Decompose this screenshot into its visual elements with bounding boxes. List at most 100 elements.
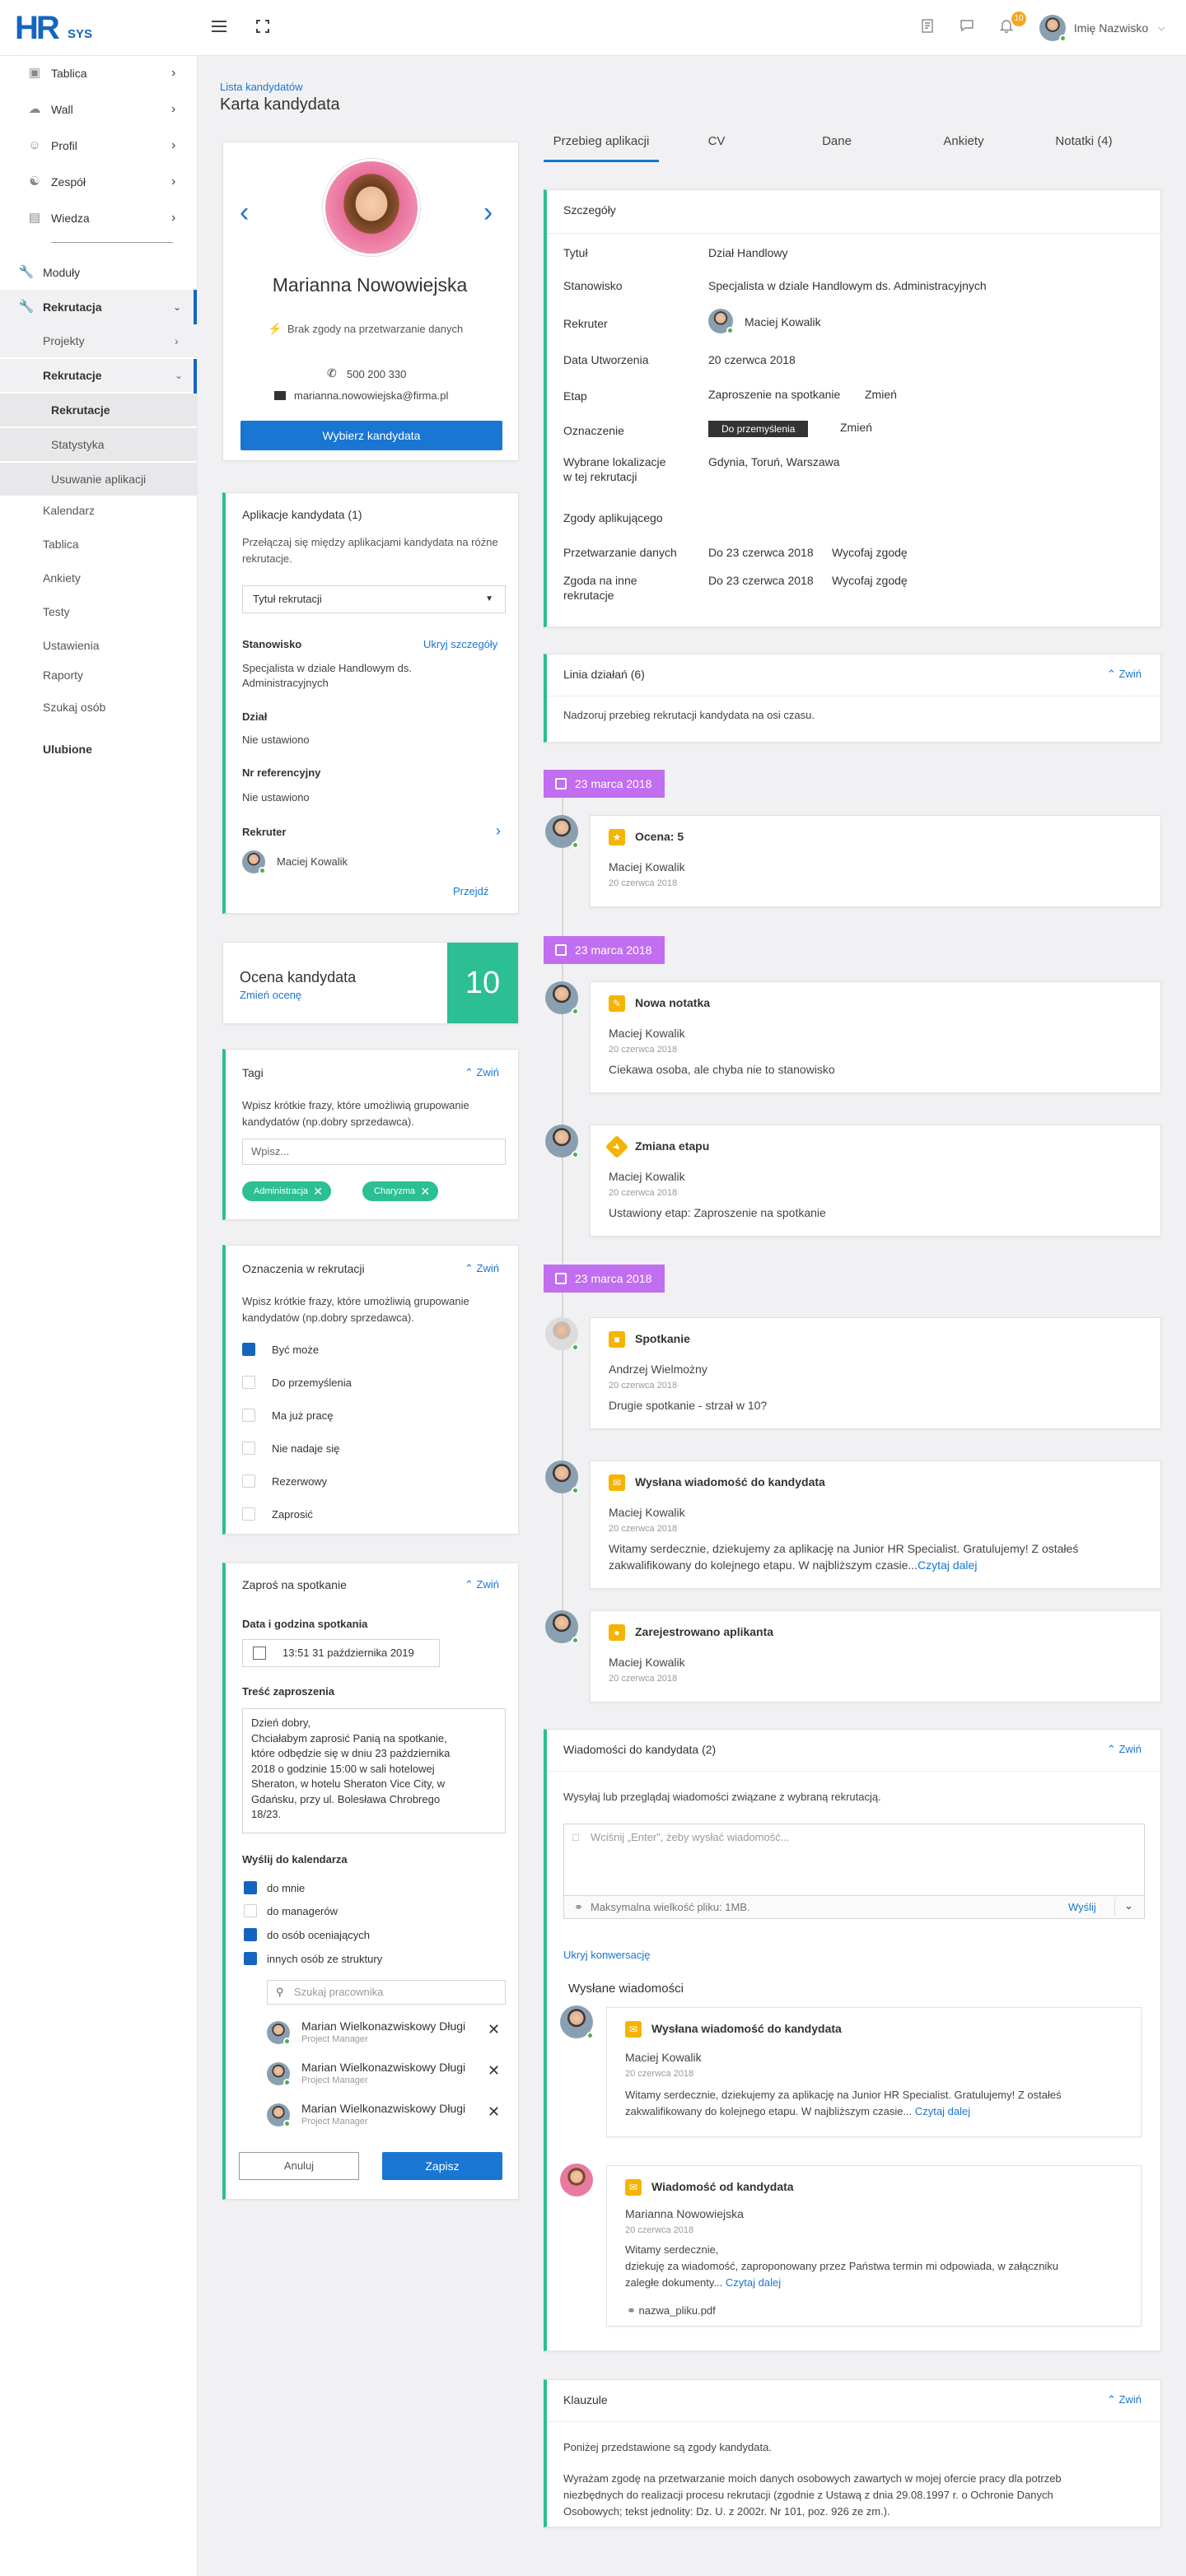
go-link[interactable]: Przejdź (453, 885, 488, 897)
collapse-label: Zwiń (476, 1066, 499, 1078)
checkbox-not-fit[interactable] (242, 1442, 255, 1455)
breadcrumb[interactable]: Lista kandydatów (220, 81, 302, 93)
read-more-link[interactable]: Czytaj dalej (726, 2276, 781, 2289)
tag-chip[interactable]: Charyzma ✕ (362, 1181, 439, 1201)
sidebar-item-label: Profil (51, 139, 77, 152)
checkbox-has-job[interactable] (242, 1409, 255, 1422)
checkbox-think[interactable] (242, 1376, 255, 1389)
send-button[interactable]: Wyślij (1068, 1901, 1096, 1913)
document-icon[interactable] (918, 18, 937, 38)
sidebar-item-rekrutacja[interactable]: 🔧 Rekrutacja ⌄ (0, 290, 198, 324)
recruitment-select[interactable]: Tytuł rekrutacji ▼ (242, 585, 506, 613)
sidebar-item-zespol[interactable]: ☯ Zespół › (0, 165, 198, 199)
close-icon[interactable]: ✕ (488, 2021, 500, 2038)
logo[interactable]: HR SYS (15, 12, 97, 44)
sidebar-item-wiedza[interactable]: ▤ Wiedza › (0, 201, 198, 235)
sidebar-item-usuwanie[interactable]: Usuwanie aplikacji (0, 463, 198, 496)
close-icon[interactable]: ✕ (488, 2062, 500, 2080)
chevron-left-icon[interactable]: ‹ (240, 197, 249, 229)
tab-ankiety[interactable]: Ankiety (922, 134, 1005, 162)
sidebar-item-tablica[interactable]: ▣ Tablica › (0, 56, 198, 91)
save-button[interactable]: Zapisz (382, 2152, 502, 2180)
tab-cv[interactable]: CV (684, 134, 749, 162)
change-stage-link[interactable]: Zmień (865, 388, 897, 401)
chevron-right-icon[interactable]: › (483, 197, 493, 229)
tag-input[interactable]: Wpisz... (242, 1139, 506, 1165)
select-candidate-button[interactable]: Wybierz kandydata (240, 421, 502, 450)
cancel-button[interactable]: Anuluj (239, 2152, 359, 2180)
sidebar-item-ustawienia[interactable]: Ustawienia (43, 637, 99, 654)
tag-chip[interactable]: Administracja ✕ (242, 1181, 332, 1201)
sidebar-item-ulubione[interactable]: Ulubione (43, 741, 92, 757)
chevron-down-icon: ⌄ (173, 301, 182, 313)
tab-dane[interactable]: Dane (796, 134, 878, 162)
user-menu[interactable]: Imię Nazwisko ⌵ (1039, 15, 1165, 42)
sidebar-item-testy[interactable]: Testy (43, 603, 70, 620)
collapse-button[interactable]: ⌃ Zwiń (1107, 668, 1142, 681)
sidebar-item-rekrutacje[interactable]: Rekrutacje ⌄ (0, 359, 198, 392)
mail-icon: ✉ (625, 2179, 642, 2196)
sidebar-item-moduly[interactable]: 🔧 Moduły (0, 255, 189, 290)
checkbox-raters[interactable] (244, 1928, 257, 1941)
collapse-button[interactable]: ⌃ Zwiń (1107, 2393, 1142, 2406)
hide-details-link[interactable]: Ukryj szczegóły (423, 638, 497, 650)
sidebar-item-label: Statystyka (51, 438, 105, 451)
close-icon[interactable]: ✕ (420, 1181, 430, 1201)
sidebar-item-kalendarz[interactable]: Kalendarz (43, 502, 95, 519)
sidebar-item-profil[interactable]: ☺ Profil › (0, 128, 198, 163)
employee-search-input[interactable]: ⚲ Szukaj pracownika (267, 1980, 506, 2005)
meeting-datetime-input[interactable]: 13:51 31 października 2019 (242, 1639, 440, 1667)
chevron-down-icon[interactable]: ⌄ (1124, 1899, 1133, 1912)
message-input[interactable]: □ Wciśnij „Enter", żeby wysłać wiadomość.… (563, 1824, 1145, 1896)
collapse-button[interactable]: ⌃ Zwiń (465, 1066, 499, 1079)
timeline-desc: Nadzoruj przebieg rekrutacji kandydata n… (563, 709, 815, 721)
book-icon: ▤ (28, 211, 41, 225)
chevron-right-icon[interactable]: › (496, 822, 501, 840)
checkbox-others[interactable] (244, 1952, 257, 1965)
detail-value: Zaproszenie na spotkanie (708, 388, 841, 401)
sidebar-item-projekty[interactable]: Projekty › (0, 324, 198, 357)
sidebar-item-rekrutacje-list[interactable]: Rekrutacje (0, 394, 198, 426)
read-more-link[interactable]: Czytaj dalej (915, 2105, 970, 2117)
collapse-button[interactable]: ⌃ Zwiń (1107, 1743, 1142, 1756)
sidebar-item-tablica-2[interactable]: Tablica (43, 536, 79, 552)
collapse-button[interactable]: ⌃ Zwiń (465, 1262, 499, 1275)
hamburger-icon[interactable] (210, 18, 230, 38)
close-icon[interactable]: ✕ (313, 1181, 323, 1201)
chevron-right-icon: › (175, 334, 179, 347)
chat-icon[interactable] (957, 18, 977, 38)
timeline-event: ➤ Zmiana etapu Maciej Kowalik 20 czerwca… (590, 1125, 1161, 1237)
checkbox-managers[interactable] (244, 1904, 257, 1917)
rating-value: 10 (447, 943, 518, 1023)
sidebar-item-statystyka[interactable]: Statystyka (0, 428, 198, 461)
hide-conversation-link[interactable]: Ukryj konwersację (563, 1949, 650, 1961)
profile-card: ‹ › Marianna Nowowiejska ⚡ Brak zgody na… (222, 142, 519, 461)
textarea-line: Sheraton, w hotelu Sheraton Vice City, w (251, 1777, 446, 1790)
checkbox-maybe[interactable] (242, 1343, 255, 1356)
change-mark-link[interactable]: Zmień (840, 421, 872, 434)
attachment-file[interactable]: ⚭ nazwa_pliku.pdf (627, 2304, 716, 2317)
invitation-textarea[interactable]: Dzień dobry, Chciałabym zaprosić Panią n… (242, 1708, 506, 1833)
sidebar-item-ankiety[interactable]: Ankiety (43, 570, 81, 586)
tab-notatki[interactable]: Notatki (4) (1034, 134, 1133, 162)
candidate-email[interactable]: marianna.nowowiejska@firma.pl (294, 389, 448, 402)
change-rating-link[interactable]: Zmień ocenę (240, 989, 301, 1001)
fullscreen-icon[interactable] (253, 18, 273, 38)
dzial-value: Nie ustawiono (242, 734, 310, 746)
read-more-link[interactable]: Czytaj dalej (918, 1558, 977, 1572)
close-icon[interactable]: ✕ (488, 2103, 500, 2121)
collapse-button[interactable]: ⌃ Zwiń (465, 1578, 499, 1591)
withdraw-consent-link[interactable]: Wycofaj zgodę (832, 546, 908, 559)
tab-przebieg[interactable]: Przebieg aplikacji (544, 134, 659, 162)
paperclip-icon[interactable]: ⚭ (574, 1901, 583, 1914)
sidebar-item-wall[interactable]: ☁ Wall › (0, 92, 198, 127)
checkbox-reserve[interactable] (242, 1474, 255, 1488)
sidebar-item-raporty[interactable]: Raporty (43, 667, 83, 683)
sidebar-item-szukaj[interactable]: Szukaj osób (43, 699, 105, 715)
checkbox-me[interactable] (244, 1881, 257, 1894)
applications-title: Aplikacje kandydata (1) (242, 508, 362, 521)
checkbox-invite[interactable] (242, 1507, 255, 1521)
withdraw-consent-link[interactable]: Wycofaj zgodę (832, 574, 908, 587)
timeline-event: ✉ Wysłana wiadomość do kandydata Maciej … (590, 1460, 1161, 1589)
chevron-right-icon: › (171, 138, 176, 152)
